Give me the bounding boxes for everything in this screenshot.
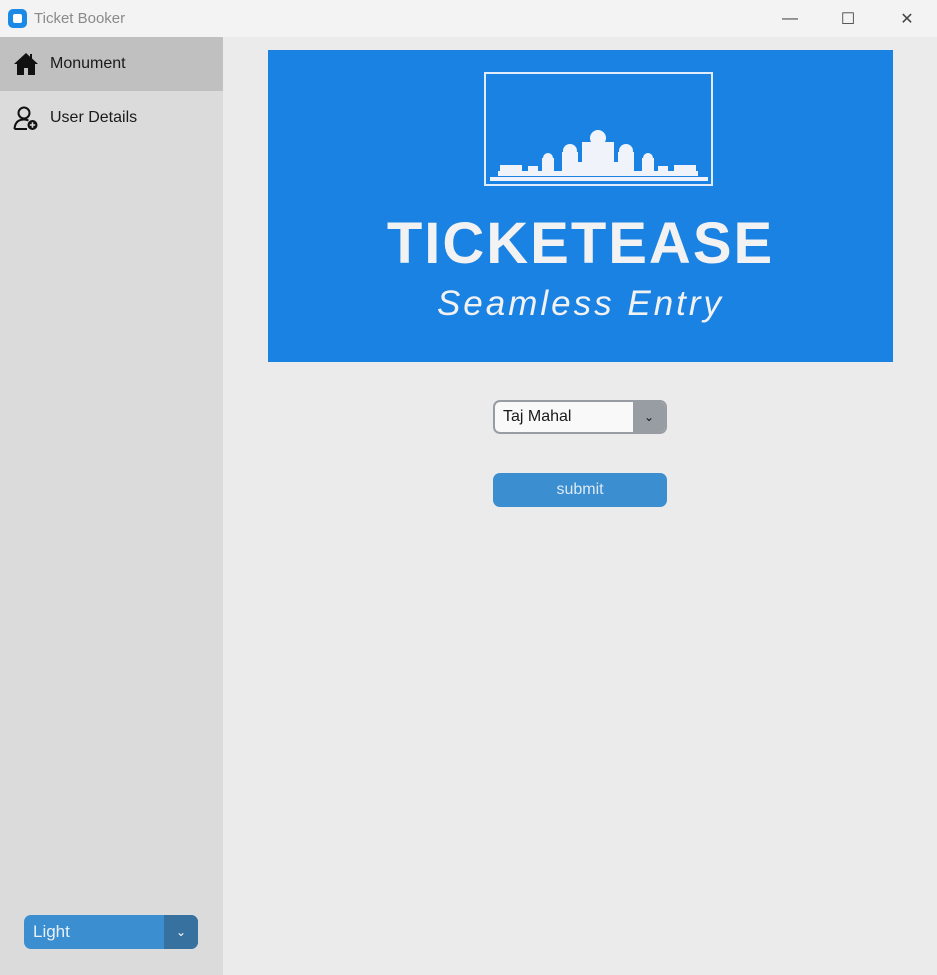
sidebar-item-label: User Details: [50, 109, 138, 126]
monument-skyline-icon: [484, 72, 713, 186]
appearance-mode-dropdown[interactable]: Light ⌄: [24, 915, 198, 949]
chevron-down-icon[interactable]: ⌄: [164, 915, 198, 949]
close-button[interactable]: ✕: [878, 0, 936, 37]
sidebar-item-monument[interactable]: Monument: [0, 37, 223, 91]
appearance-mode-value: Light: [33, 922, 70, 941]
window-title: Ticket Booker: [34, 10, 126, 27]
app-icon: [8, 9, 27, 28]
user-add-icon: [13, 106, 38, 130]
sidebar-item-label: Monument: [50, 55, 126, 72]
chevron-down-icon[interactable]: ⌄: [633, 402, 665, 432]
maximize-button[interactable]: ☐: [819, 0, 877, 37]
banner-subtitle: Seamless Entry: [436, 284, 725, 323]
home-icon: [14, 53, 38, 75]
banner-title: TICKETEASE: [386, 211, 775, 276]
minimize-button[interactable]: —: [761, 0, 819, 37]
monument-dropdown[interactable]: Taj Mahal ⌄: [493, 400, 667, 434]
submit-button[interactable]: submit: [493, 473, 667, 507]
banner: TICKETEASE Seamless Entry: [268, 50, 893, 362]
monument-value: Taj Mahal: [503, 408, 572, 425]
sidebar: Monument User Details Light ⌄: [0, 37, 223, 975]
sidebar-item-user-details[interactable]: User Details: [0, 91, 223, 145]
title-bar: Ticket Booker — ☐ ✕: [0, 0, 937, 37]
